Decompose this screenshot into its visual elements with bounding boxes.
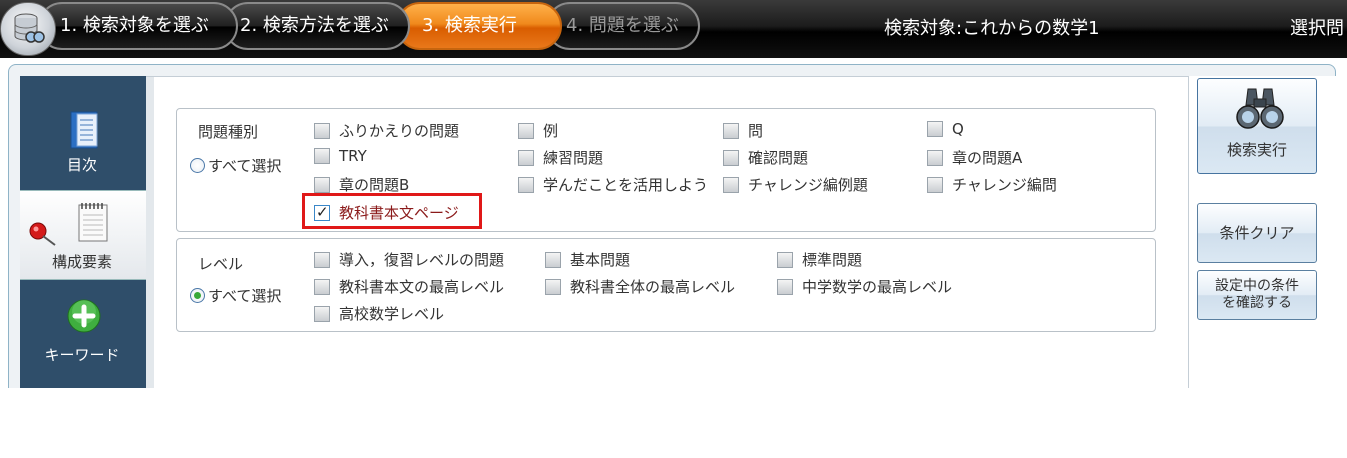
checkbox[interactable] <box>927 121 943 137</box>
checkbox-chapter-b[interactable]: 章の問題B <box>314 174 409 195</box>
book-icon <box>70 111 98 149</box>
checkbox-label: チャレンジ編問 <box>952 176 1057 194</box>
checkbox-label: 基本問題 <box>570 251 631 269</box>
clear-conditions-button[interactable]: 条件クリア <box>1197 203 1317 263</box>
plus-circle-icon <box>67 299 101 333</box>
pushpin-icon <box>29 222 56 246</box>
checkbox-junior-high-max[interactable]: 中学数学の最高レベル <box>777 276 952 297</box>
search-target-label: 検索対象:これからの数学1 <box>884 18 1100 39</box>
radio-button[interactable] <box>190 158 205 173</box>
checkbox[interactable] <box>518 149 534 166</box>
step-4-select-problems: 4. 問題を選ぶ <box>546 2 700 50</box>
checkbox-label: 教科書本文の最高レベル <box>339 278 505 296</box>
checkbox[interactable] <box>518 122 534 139</box>
step-3-run-search[interactable]: 3. 検索実行 <box>396 2 562 50</box>
search-execute-label: 検索実行 <box>1226 141 1287 159</box>
checkbox-basic[interactable]: 基本問題 <box>545 249 630 270</box>
tab-keyword[interactable]: キーワード <box>20 280 144 368</box>
tab-keyword-label: キーワード <box>44 346 120 364</box>
checkbox[interactable] <box>545 251 561 268</box>
level-select-all[interactable]: すべて選択 <box>190 285 281 306</box>
checkbox[interactable] <box>777 251 793 268</box>
confirm-line-1: 設定中の条件 <box>1215 278 1299 294</box>
checkbox[interactable] <box>314 122 330 139</box>
checkbox[interactable] <box>927 149 943 166</box>
checkbox-try[interactable]: TRY <box>314 147 367 165</box>
checkbox-question[interactable]: 問 <box>723 120 763 141</box>
checkbox[interactable] <box>723 176 739 193</box>
search-execute-button[interactable]: 検索実行 <box>1197 78 1317 174</box>
checkbox-textbook-max[interactable]: 教科書本文の最高レベル <box>314 276 504 297</box>
checkbox-label: 学んだことを活用しよう <box>543 176 709 194</box>
select-all-label: すべて選択 <box>208 287 282 305</box>
highlight-box <box>302 193 482 229</box>
step-1-select-target[interactable]: 1. 検索対象を選ぶ <box>38 2 238 50</box>
radio-button[interactable] <box>190 288 205 303</box>
checkbox[interactable] <box>777 278 793 295</box>
checkbox[interactable] <box>314 305 330 322</box>
checkbox[interactable] <box>723 149 739 166</box>
selected-questions-label: 選択問 <box>1290 18 1344 39</box>
checkbox-review-problem[interactable]: ふりかえりの問題 <box>314 120 459 141</box>
checkbox-label: Q <box>952 120 964 138</box>
checkbox-high-school[interactable]: 高校数学レベル <box>314 303 444 324</box>
checkbox-label: 教科書全体の最高レベル <box>570 278 736 296</box>
step-2-select-method[interactable]: 2. 検索方法を選ぶ <box>224 2 410 50</box>
checkbox-standard[interactable]: 標準問題 <box>777 249 862 270</box>
checkbox[interactable] <box>314 176 330 193</box>
checkbox-challenge-question[interactable]: チャレンジ編問 <box>927 174 1057 195</box>
checkbox-q[interactable]: Q <box>927 120 964 138</box>
checkbox[interactable] <box>314 278 330 295</box>
tab-contents[interactable]: 目次 <box>20 76 144 174</box>
checkbox-label: 問 <box>748 122 764 140</box>
select-all-label: すべて選択 <box>208 157 282 175</box>
confirm-line-2: を確認する <box>1222 295 1292 311</box>
checkbox-label: 導入，復習レベルの問題 <box>339 251 505 269</box>
checkbox-label: 例 <box>543 122 559 140</box>
binoculars-icon <box>1236 88 1284 129</box>
confirm-conditions-button[interactable]: 設定中の条件 を確認する <box>1197 270 1317 320</box>
checkbox-chapter-a[interactable]: 章の問題A <box>927 147 1022 168</box>
database-search-icon <box>14 13 45 43</box>
problem-type-title: 問題種別 <box>198 123 259 141</box>
checkbox-label: 章の問題B <box>339 176 410 194</box>
checkbox-intro-review[interactable]: 導入，復習レベルの問題 <box>314 249 504 270</box>
checkbox-label: 高校数学レベル <box>339 305 445 323</box>
checkbox-apply-learning[interactable]: 学んだことを活用しよう <box>518 174 708 195</box>
checkbox-label: 標準問題 <box>802 251 863 269</box>
checkbox[interactable] <box>518 176 534 193</box>
checkbox-label: チャレンジ編例題 <box>748 176 868 194</box>
checkbox[interactable] <box>723 122 739 139</box>
checkbox[interactable] <box>314 148 330 164</box>
checkbox-textbook-all-max[interactable]: 教科書全体の最高レベル <box>545 276 735 297</box>
checkbox-check-problem[interactable]: 確認問題 <box>723 147 808 168</box>
level-title: レベル <box>198 255 244 273</box>
problem-type-select-all[interactable]: すべて選択 <box>190 155 281 176</box>
checkbox[interactable] <box>545 278 561 295</box>
tab-components[interactable]: 構成要素 <box>20 190 146 280</box>
notepad-icon <box>78 203 108 242</box>
checkbox[interactable] <box>927 176 943 193</box>
tab-contents-label: 目次 <box>66 156 97 174</box>
checkbox-label: 確認問題 <box>748 149 809 167</box>
empty-area <box>0 388 1347 458</box>
checkbox-label: 練習問題 <box>543 149 604 167</box>
checkbox-label: 章の問題A <box>952 149 1023 167</box>
checkbox-label: ふりかえりの問題 <box>339 122 460 140</box>
checkbox[interactable] <box>314 251 330 268</box>
checkbox-label: 中学数学の最高レベル <box>802 278 953 296</box>
checkbox-example[interactable]: 例 <box>518 120 558 141</box>
app-logo[interactable] <box>0 2 56 56</box>
tab-components-label: 構成要素 <box>51 253 112 271</box>
checkbox-label: TRY <box>339 147 367 165</box>
step-bar: 1. 検索対象を選ぶ 2. 検索方法を選ぶ 3. 検索実行 4. 問題を選ぶ 検… <box>0 0 1347 58</box>
checkbox-challenge-example[interactable]: チャレンジ編例題 <box>723 174 868 195</box>
checkbox-practice[interactable]: 練習問題 <box>518 147 603 168</box>
side-tabs: 目次 構成要素 キーワード <box>20 76 146 388</box>
